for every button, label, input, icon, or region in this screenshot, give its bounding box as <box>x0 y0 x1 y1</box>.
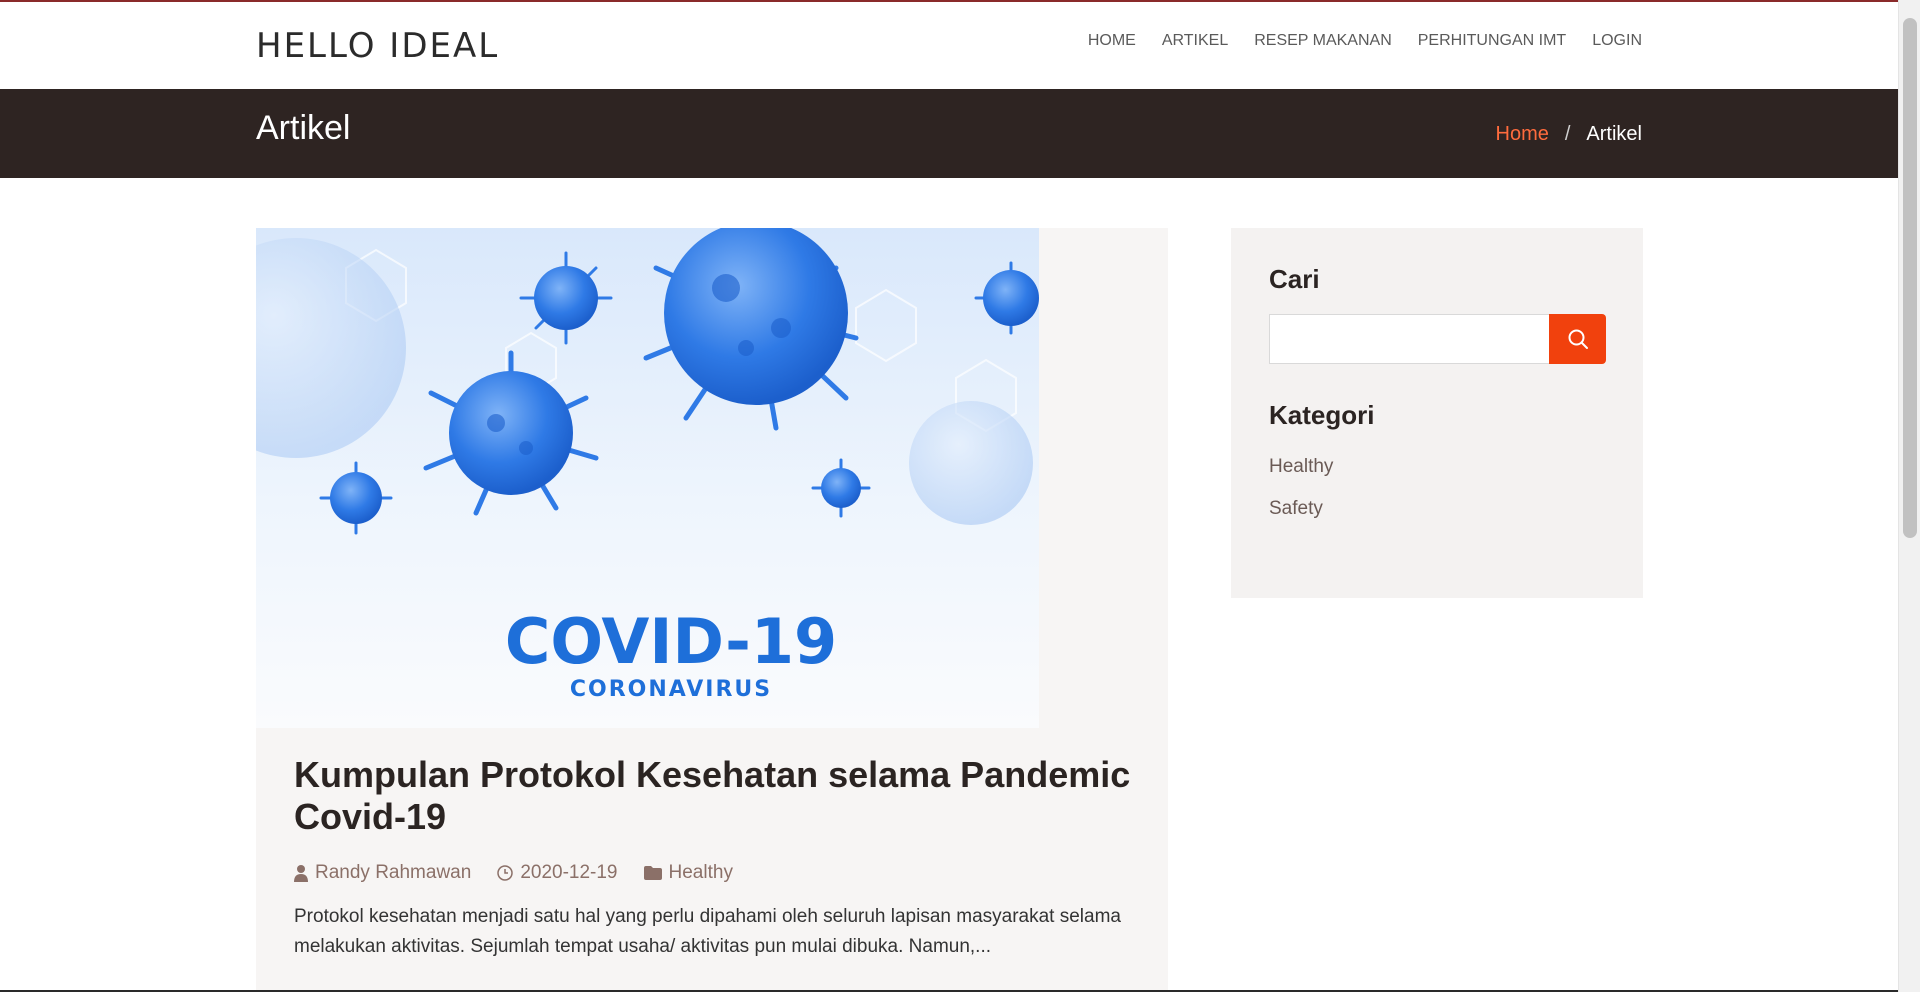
meta-category: Healthy <box>643 862 733 884</box>
site-header: HELLO IDEAL HOME ARTIKEL RESEP MAKANAN P… <box>0 2 1898 88</box>
breadcrumb-current: Artikel <box>1586 123 1642 145</box>
scrollbar-thumb[interactable] <box>1903 18 1917 538</box>
clock-icon <box>497 865 514 881</box>
folder-icon <box>643 866 662 880</box>
nav-perhitungan-imt[interactable]: PERHITUNGAN IMT <box>1418 32 1566 50</box>
user-icon <box>294 865 308 882</box>
search-icon <box>1568 329 1588 349</box>
article-date[interactable]: 2020-12-19 <box>520 862 617 884</box>
page-scrollbar[interactable] <box>1898 0 1920 992</box>
category-widget-title: Kategori <box>1269 400 1375 430</box>
search-widget-title: Cari <box>1269 264 1320 294</box>
nav-home[interactable]: HOME <box>1088 32 1136 50</box>
article-image[interactable]: COVID-19 CORONAVIRUS <box>256 228 1039 728</box>
breadcrumb-separator: / <box>1564 123 1571 145</box>
meta-author: Randy Rahmawan <box>294 862 471 884</box>
category-item-healthy[interactable]: Healthy <box>1269 456 1333 478</box>
breadcrumb: Home / Artikel <box>1496 123 1643 146</box>
article-card: COVID-19 CORONAVIRUS Kumpulan Protokol K… <box>256 228 1168 992</box>
page-title: Artikel <box>256 109 351 147</box>
image-coronavirus-text: CORONAVIRUS <box>570 677 772 702</box>
meta-date: 2020-12-19 <box>497 862 618 884</box>
nav-artikel[interactable]: ARTIKEL <box>1162 32 1228 50</box>
page-title-bar: Artikel Home / Artikel <box>0 89 1898 178</box>
image-covid-text: COVID-19 <box>505 605 837 678</box>
article-body: Kumpulan Protokol Kesehatan selama Pande… <box>294 754 1134 962</box>
search-button[interactable] <box>1549 314 1606 364</box>
main-nav: HOME ARTIKEL RESEP MAKANAN PERHITUNGAN I… <box>1088 32 1642 50</box>
article-excerpt: Protokol kesehatan menjadi satu hal yang… <box>294 906 1121 957</box>
author-name[interactable]: Randy Rahmawan <box>315 862 471 884</box>
sidebar: Cari Kategori Healthy Safety <box>1231 228 1643 598</box>
article-title[interactable]: Kumpulan Protokol Kesehatan selama Pande… <box>294 754 1134 838</box>
article-category[interactable]: Healthy <box>669 862 733 884</box>
nav-resep-makanan[interactable]: RESEP MAKANAN <box>1254 32 1392 50</box>
search-input[interactable] <box>1269 314 1551 364</box>
article-meta: Randy Rahmawan 2020-12-19 Healthy <box>294 862 1134 884</box>
category-item-safety[interactable]: Safety <box>1269 498 1323 520</box>
covid-illustration: COVID-19 CORONAVIRUS <box>256 228 1039 702</box>
nav-login[interactable]: LOGIN <box>1592 32 1642 50</box>
breadcrumb-home-link[interactable]: Home <box>1496 123 1549 146</box>
site-brand[interactable]: HELLO IDEAL <box>256 26 499 66</box>
